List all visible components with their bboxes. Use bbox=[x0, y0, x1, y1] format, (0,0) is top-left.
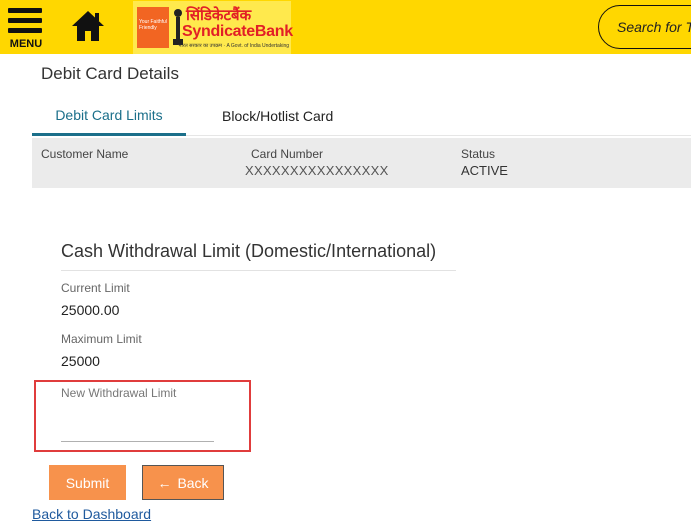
logo-tagline: भारत सरकार का उपक्रम · A Govt. of India … bbox=[178, 43, 290, 49]
customer-name-column: Customer Name bbox=[41, 147, 128, 163]
section-title: Cash Withdrawal Limit (Domestic/Internat… bbox=[61, 241, 456, 271]
search-input[interactable] bbox=[617, 17, 691, 37]
bank-logo[interactable]: Your Faithful Friendly सिंडिकेटबैंक Synd… bbox=[133, 1, 293, 54]
hamburger-icon-bar bbox=[8, 18, 42, 23]
back-button[interactable]: ← Back bbox=[142, 465, 224, 500]
current-limit-value: 25000.00 bbox=[61, 302, 120, 318]
back-button-label: Back bbox=[177, 474, 209, 491]
search-box[interactable] bbox=[598, 5, 691, 49]
customer-name-label: Customer Name bbox=[41, 147, 129, 161]
logo-hindi-name: सिंडिकेटबैंक bbox=[186, 6, 252, 24]
tab-debit-card-limits[interactable]: Debit Card Limits bbox=[32, 94, 186, 136]
top-header: MENU Your Faithful Friendly सिंडिकेटबैंक… bbox=[0, 0, 691, 54]
hamburger-icon-bar bbox=[8, 28, 42, 33]
back-to-dashboard-link[interactable]: Back to Dashboard bbox=[32, 506, 151, 522]
status-value: ACTIVE bbox=[461, 163, 508, 178]
arrow-left-icon: ← bbox=[157, 474, 172, 491]
status-label: Status bbox=[461, 147, 496, 161]
menu-button[interactable]: MENU bbox=[6, 6, 44, 50]
new-withdrawal-limit-group: New Withdrawal Limit bbox=[34, 380, 251, 452]
logo-english-name: SyndicateBank bbox=[182, 23, 293, 40]
hamburger-icon bbox=[8, 8, 42, 13]
status-column: Status ACTIVE bbox=[461, 147, 508, 178]
new-withdrawal-limit-input[interactable] bbox=[61, 420, 214, 442]
new-withdrawal-limit-label: New Withdrawal Limit bbox=[61, 386, 177, 400]
page-title: Debit Card Details bbox=[41, 64, 179, 83]
maximum-limit-label: Maximum Limit bbox=[61, 332, 142, 346]
maximum-limit-value: 25000 bbox=[61, 353, 100, 369]
submit-button[interactable]: Submit bbox=[49, 465, 126, 500]
menu-label: MENU bbox=[9, 38, 43, 50]
logo-badge-text: Your Faithful Friendly bbox=[139, 19, 167, 31]
card-number-value: XXXXXXXXXXXXXXXX bbox=[245, 163, 389, 178]
home-button[interactable] bbox=[70, 9, 106, 43]
home-icon bbox=[72, 11, 104, 41]
tab-bar: Debit Card Limits Block/Hotlist Card bbox=[32, 94, 691, 136]
card-number-column: Card Number XXXXXXXXXXXXXXXX bbox=[245, 147, 389, 178]
tab-block-hotlist-card[interactable]: Block/Hotlist Card bbox=[222, 94, 333, 136]
logo-badge: Your Faithful Friendly bbox=[137, 7, 169, 48]
current-limit-label: Current Limit bbox=[61, 281, 130, 295]
card-number-label: Card Number bbox=[251, 147, 324, 161]
card-info-band: Customer Name Card Number XXXXXXXXXXXXXX… bbox=[32, 138, 691, 188]
